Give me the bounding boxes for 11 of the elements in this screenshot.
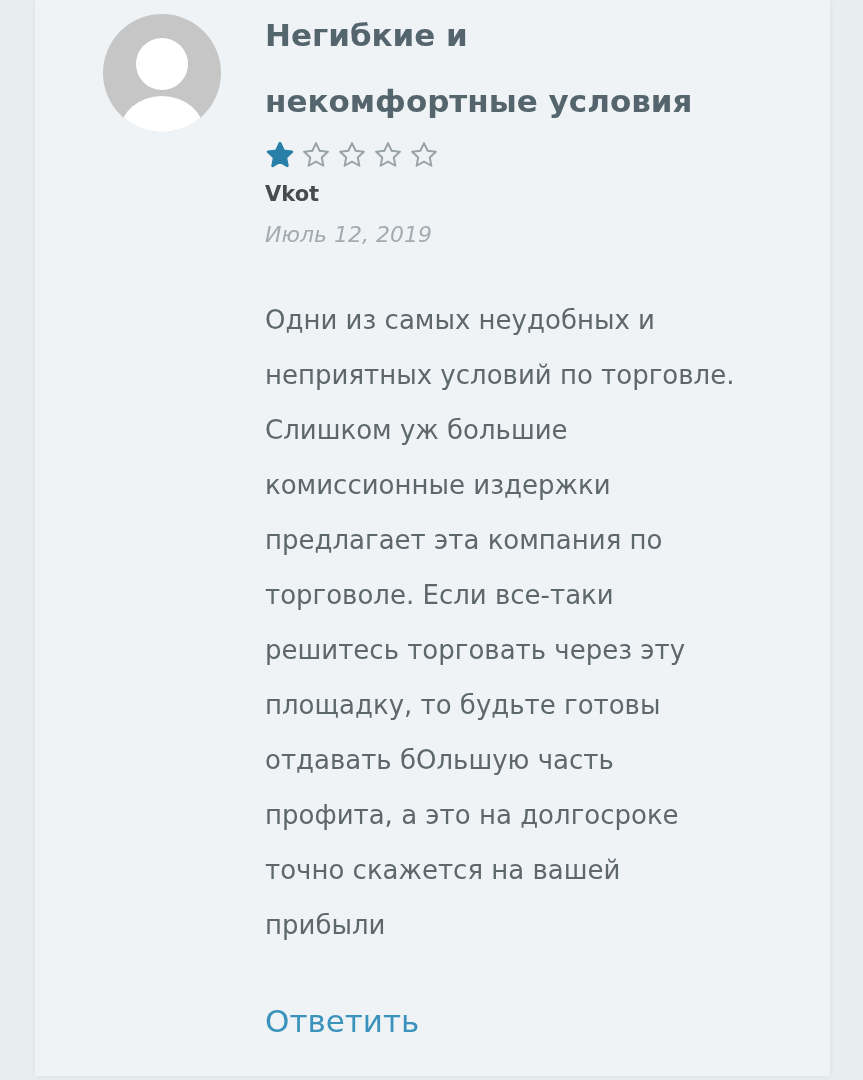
- avatar-icon: [103, 14, 221, 132]
- review-date: Июль 12, 2019: [265, 222, 432, 247]
- star-icon: [409, 140, 439, 170]
- review-text: Одни из самых неудобных и неприятных условий по торговле. Слишком уж большие комиссионные издержки предлагает эта компания по торговоле. Если все-таки решитесь торговать через эту площадку, то будьте готовы отдавать бОльшую часть профита, а это на долгосроке точно скажется на вашей прибыли: [265, 304, 736, 942]
- reply-link[interactable]: Ответить: [265, 1003, 420, 1039]
- author-name: Vkot: [265, 182, 320, 206]
- review-title: Негибкие и некомфортные условия: [265, 16, 694, 121]
- star-icon: [337, 140, 367, 170]
- star-icon: [301, 140, 331, 170]
- star-icon: [265, 140, 295, 170]
- star-icon: [373, 140, 403, 170]
